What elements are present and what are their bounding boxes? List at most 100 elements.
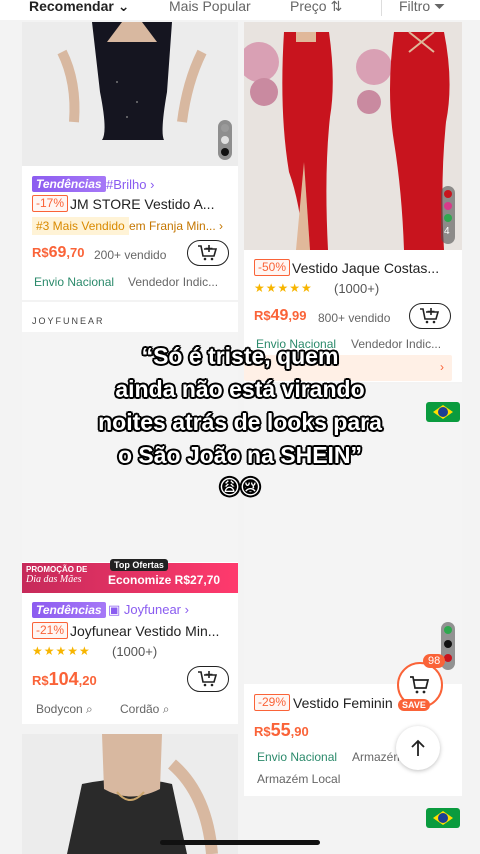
keyword-chip[interactable]: Bodycon ⌕: [36, 702, 93, 717]
caption-line: ainda não está virando: [115, 376, 365, 402]
cart-count-badge: 98: [423, 654, 446, 668]
product-title[interactable]: JM STORE Vestido A...: [70, 196, 235, 212]
arrow-up-icon: [411, 739, 425, 756]
keyword-label: Bodycon: [36, 702, 83, 716]
discount-badge: -50%: [254, 259, 291, 276]
rank-category-label: em Franja Min...: [129, 219, 216, 233]
price: R$49,99: [254, 307, 307, 325]
caption-line: “Só é triste, quem: [141, 343, 339, 369]
price-decimal: ,99: [288, 308, 307, 323]
filter-label: Filtro: [399, 0, 431, 14]
swatch[interactable]: [444, 626, 452, 634]
product-card[interactable]: Tendências #Brilho › -17% JM STORE Vesti…: [22, 22, 238, 300]
search-icon: ⌕: [86, 702, 93, 716]
price: R$104,20: [32, 669, 97, 690]
discount-badge: -17%: [32, 195, 69, 212]
sort-price-label: Preço: [290, 0, 327, 14]
price-integer: 49: [270, 307, 289, 324]
trend-tag: Tendências: [32, 602, 106, 618]
dress-photo: [22, 734, 238, 854]
swatch[interactable]: [221, 136, 229, 144]
product-image[interactable]: [22, 22, 238, 166]
image-count: 4: [444, 226, 450, 237]
add-to-cart-button[interactable]: [409, 303, 451, 329]
rank-badge[interactable]: #3 Mais Vendido: [32, 217, 129, 235]
price: R$55,90: [254, 720, 309, 741]
promo-banner[interactable]: PROMOÇÃO DE Dia das Mães Top Ofertas Eco…: [22, 559, 238, 593]
trend-subtag[interactable]: #Brilho ›: [106, 177, 154, 192]
discount-badge: -21%: [32, 622, 69, 639]
filter-button[interactable]: Filtro ⏷: [399, 0, 445, 15]
price-integer: 55: [270, 720, 291, 740]
video-caption: “Só é triste, quem ainda não está virand…: [0, 340, 480, 505]
product-card[interactable]: [22, 734, 238, 854]
cart-icon: [410, 676, 430, 694]
sort-bar: Recomendar ⌄ Mais Popular Preço ⇅ Filtro…: [0, 0, 480, 20]
add-to-cart-button[interactable]: [187, 666, 229, 692]
color-swatches[interactable]: [218, 120, 232, 160]
sold-count: 800+ vendido: [318, 311, 391, 325]
swatch[interactable]: [444, 654, 452, 662]
trend-subtag-label: #Brilho: [106, 177, 147, 192]
sort-recommend[interactable]: Recomendar ⌄: [29, 0, 129, 15]
home-indicator[interactable]: [160, 840, 320, 845]
promo-line1: PROMOÇÃO DE: [26, 565, 88, 574]
rank-category[interactable]: em Franja Min... ›: [129, 219, 223, 233]
swatch[interactable]: [221, 124, 229, 132]
swatch[interactable]: [444, 190, 452, 198]
product-info[interactable]: Tendências ▣ Joyfunear › -21% Joyfunear …: [22, 594, 238, 724]
cart-plus-icon: [198, 245, 218, 261]
price: R$69,70: [32, 244, 85, 262]
keyword-chip[interactable]: Cordão ⌕: [120, 702, 169, 717]
price-currency: R$: [32, 245, 49, 260]
price-currency: R$: [254, 724, 271, 739]
price-currency: R$: [32, 673, 49, 688]
product-title[interactable]: Joyfunear Vestido Min...: [70, 623, 235, 639]
price-currency: R$: [254, 308, 271, 323]
price-decimal: ,90: [290, 724, 309, 739]
product-card[interactable]: 4 -50% Vestido Jaque Costas... ★★★★★ (10…: [244, 22, 462, 382]
save-badge: SAVE: [398, 699, 430, 711]
swatch[interactable]: [444, 640, 452, 648]
caption-line: o São João na SHEIN”: [117, 442, 363, 468]
add-to-cart-button[interactable]: [187, 240, 229, 266]
caption-emoji: 😩😢: [219, 477, 261, 499]
store-icon: ▣: [108, 602, 121, 617]
product-image[interactable]: 4: [244, 22, 462, 250]
sort-recommend-label: Recomendar: [29, 0, 114, 14]
back-to-top-button[interactable]: [396, 726, 440, 770]
swatch[interactable]: [444, 214, 452, 222]
sold-count: 200+ vendido: [94, 248, 167, 262]
rating-stars: ★★★★★: [32, 644, 91, 658]
cart-plus-icon: [420, 308, 440, 324]
product-title[interactable]: Vestido Jaque Costas...: [292, 260, 457, 276]
swatch[interactable]: [221, 148, 229, 156]
store-name: Joyfunear: [123, 602, 182, 617]
price-integer: 104: [48, 669, 79, 689]
rating-count: (1000+): [112, 644, 158, 659]
swatch[interactable]: [444, 202, 452, 210]
price-decimal: ,70: [66, 245, 85, 260]
caption-line: noites atrás de looks para: [98, 409, 382, 435]
dress-photo: [244, 22, 462, 250]
price-integer: 69: [48, 244, 67, 261]
sort-arrows-icon: ⇅: [330, 0, 343, 14]
sort-divider: [381, 0, 382, 16]
shipping-chip: Envio Nacional: [257, 750, 338, 764]
rating-count: (1000+): [334, 281, 380, 296]
filter-icon: ⏷: [434, 0, 446, 14]
color-swatches[interactable]: 4: [441, 186, 455, 244]
shipping-chip: Envio Nacional: [34, 275, 115, 289]
price-decimal: ,20: [78, 673, 97, 688]
discount-badge: -29%: [254, 694, 291, 711]
sort-popular[interactable]: Mais Popular: [169, 0, 251, 14]
brand-line: JOYFUNEAR: [32, 316, 105, 326]
search-icon: ⌕: [162, 702, 170, 716]
local-warehouse-chip: Armazém Local: [257, 772, 341, 786]
store-link[interactable]: ▣ Joyfunear ›: [108, 602, 189, 618]
keyword-label: Cordão: [120, 702, 160, 716]
brazil-flag-icon: [426, 808, 460, 828]
sort-price[interactable]: Preço ⇅: [290, 0, 342, 15]
trend-tag: Tendências: [32, 176, 106, 192]
cart-plus-icon: [198, 671, 218, 687]
